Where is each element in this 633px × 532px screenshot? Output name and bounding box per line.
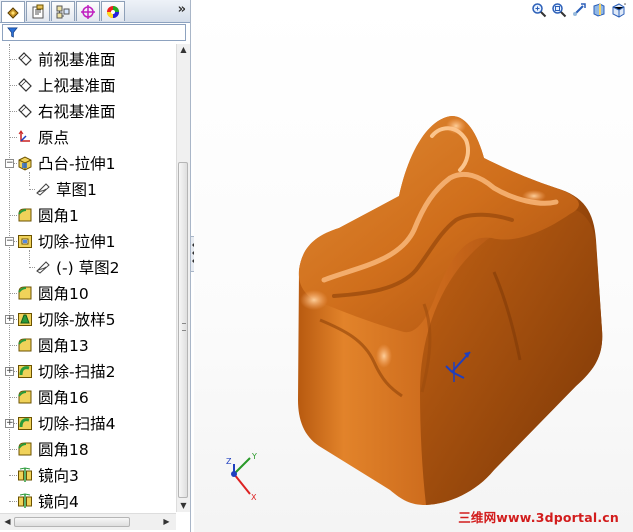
tree-item[interactable]: 圆角16 — [16, 384, 89, 410]
feature-tree-vertical-scrollbar[interactable]: ▲ ▼ — [176, 44, 190, 512]
origin-icon — [16, 128, 34, 146]
configuration-manager-tab[interactable] — [51, 1, 75, 21]
feature-tree-horizontal-scrollbar[interactable]: ◀ ▶ — [0, 513, 176, 530]
plane-icon — [16, 76, 34, 94]
tree-item[interactable]: 镜向4 — [16, 488, 79, 512]
tree-item-label: 圆角16 — [38, 389, 89, 407]
dimxpert-tab[interactable] — [76, 1, 100, 21]
scroll-left-icon[interactable]: ◀ — [3, 518, 12, 526]
sketch-icon — [34, 180, 52, 198]
scroll-grip-icon — [182, 323, 186, 331]
scroll-down-icon[interactable]: ▼ — [179, 502, 188, 510]
crosshair-icon — [81, 4, 95, 19]
plane-icon — [16, 102, 34, 120]
tree-item-label: 前视基准面 — [38, 51, 116, 69]
tree-item[interactable]: 圆角18 — [16, 436, 89, 462]
tree-item-label: 原点 — [38, 129, 70, 147]
tree-item-label: 圆角13 — [38, 337, 89, 355]
tree-expander[interactable]: + — [5, 315, 14, 324]
scroll-up-icon[interactable]: ▲ — [179, 46, 188, 54]
tree-item[interactable]: 前视基准面 — [16, 46, 116, 72]
tree-item-label: 凸台-拉伸1 — [38, 155, 116, 173]
watermark-text: 三维网www.3dportal.cn — [458, 510, 619, 525]
tree-item[interactable]: 上视基准面 — [16, 72, 116, 98]
tree-item-label: 切除-放样5 — [38, 311, 116, 329]
reference-triad: Y Z X — [226, 452, 257, 502]
tree-item-label: 右视基准面 — [38, 103, 116, 121]
tree-item[interactable]: 原点 — [16, 124, 69, 150]
feature-tree: 前视基准面上视基准面右视基准面原点 − 凸台-拉伸1 草图1 圆角1 − 切除-拉伸1 (-)… — [0, 44, 176, 512]
fillet-icon — [16, 388, 34, 406]
horizontal-scroll-thumb[interactable] — [14, 517, 130, 527]
graphics-viewport[interactable]: Y Z X 三维网www.3dportal.cn — [194, 0, 633, 532]
tree-item-label: (-) 草图2 — [56, 259, 120, 277]
tree-item-label: 切除-拉伸1 — [38, 233, 116, 251]
tree-item[interactable]: 切除-扫描4 — [16, 410, 115, 436]
property-icon — [32, 4, 44, 18]
tree-item-label: 圆角18 — [38, 441, 89, 459]
fillet-icon — [16, 284, 34, 302]
fillet-icon — [16, 206, 34, 224]
fillet-icon — [16, 440, 34, 458]
tree-item[interactable]: 切除-拉伸1 — [16, 228, 115, 254]
filter-icon — [7, 27, 18, 38]
tree-item[interactable]: 凸台-拉伸1 — [16, 150, 115, 176]
extrude-boss-icon — [16, 154, 34, 172]
tree-item-label: 草图1 — [56, 181, 97, 199]
tree-item[interactable]: 圆角10 — [16, 280, 89, 306]
tree-expander[interactable]: − — [5, 237, 14, 246]
triad-x-label: X — [251, 493, 257, 502]
sweep-cut-icon — [16, 362, 34, 380]
scroll-right-icon[interactable]: ▶ — [162, 518, 171, 526]
color-wheel-icon — [107, 5, 119, 18]
loft-cut-icon — [16, 310, 34, 328]
tree-item[interactable]: 切除-扫描2 — [16, 358, 115, 384]
tree-item-label: 镜向3 — [38, 467, 79, 485]
tree-item-label: 上视基准面 — [38, 77, 116, 95]
tree-item[interactable]: (-) 草图2 — [34, 254, 119, 280]
property-manager-tab[interactable] — [26, 1, 50, 21]
tree-item-label: 切除-扫描4 — [38, 415, 116, 433]
tree-item[interactable]: 草图1 — [34, 176, 97, 202]
tree-expander[interactable]: + — [5, 367, 14, 376]
tree-item[interactable]: 圆角13 — [16, 332, 89, 358]
tree-item[interactable]: 切除-放样5 — [16, 306, 115, 332]
mirror-icon — [16, 466, 34, 484]
display-manager-tab[interactable] — [101, 1, 125, 21]
triad-y-label: Y — [251, 452, 257, 461]
configuration-icon — [56, 5, 70, 18]
manager-tabs: » — [0, 0, 190, 23]
sketch-icon — [34, 258, 52, 276]
tree-expander[interactable]: + — [5, 419, 14, 428]
tree-item[interactable]: 镜向3 — [16, 462, 79, 488]
tree-item[interactable]: 圆角1 — [16, 202, 79, 228]
tree-item[interactable]: 右视基准面 — [16, 98, 116, 124]
vertical-scroll-thumb[interactable] — [178, 162, 188, 498]
tree-item-label: 切除-扫描2 — [38, 363, 116, 381]
feature-tree-icon — [7, 7, 19, 19]
tree-item-label: 圆角10 — [38, 285, 89, 303]
tree-expander[interactable]: − — [5, 159, 14, 168]
sweep-cut-icon — [16, 414, 34, 432]
extrude-cut-icon — [16, 232, 34, 250]
tabs-more-button[interactable]: » — [178, 2, 186, 17]
feature-manager-panel: » 前视基准面上视基准面右视基准面原点 − 凸台-拉伸1 草图1 圆角1 − 切除-拉伸1 (… — [0, 0, 191, 532]
triad-z-label: Z — [226, 457, 232, 466]
tree-item-label: 镜向4 — [38, 493, 79, 511]
mirror-icon — [16, 492, 34, 510]
plane-icon — [16, 50, 34, 68]
feature-manager-tab[interactable] — [1, 1, 25, 22]
tree-item-label: 圆角1 — [38, 207, 79, 225]
feature-filter-field[interactable] — [2, 24, 186, 41]
fillet-icon — [16, 336, 34, 354]
